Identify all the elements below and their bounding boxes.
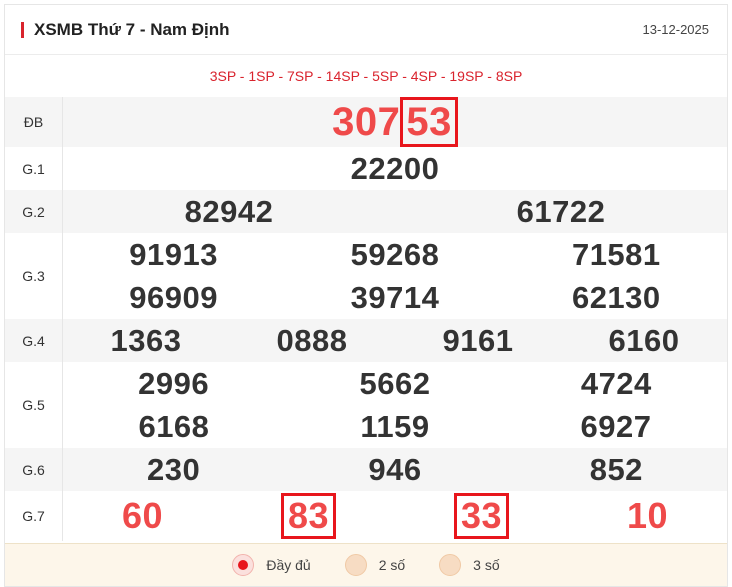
prize-label-g2: G.2 (5, 190, 63, 233)
title-wrap: XSMB Thứ 7 - Nam Định (21, 20, 230, 40)
card-header: XSMB Thứ 7 - Nam Định 13-12-2025 (5, 5, 727, 55)
prize-label-g4: G.4 (5, 319, 63, 362)
draw-date: 13-12-2025 (642, 22, 710, 37)
prize-number: 82942 (184, 194, 274, 229)
prize-number: 39714 (350, 280, 440, 315)
filter-option-3-digits[interactable]: 3 số (439, 554, 500, 576)
prize-number: 4724 (580, 366, 652, 401)
radio-selected-icon[interactable] (232, 554, 255, 576)
numbers-row: 82942 61722 (63, 190, 727, 233)
prize-cell-g6: 230 946 852 (62, 448, 727, 491)
row-g3: G.3 91913 59268 71581 96909 39714 62130 (5, 233, 727, 319)
special-codes: 3SP - 1SP - 7SP - 14SP - 5SP - 4SP - 19S… (209, 68, 523, 84)
special-prize-prefix: 307 (332, 100, 401, 144)
prize-number: 59268 (350, 237, 440, 272)
prize-cell-g7: 60 83 33 10 (63, 491, 728, 541)
title-accent-bar (21, 21, 24, 38)
filter-label: 2 số (378, 557, 406, 573)
prize-number: 61722 (516, 194, 606, 229)
prize-label-g5: G.5 (5, 362, 63, 448)
numbers-row: 22200 (63, 147, 727, 190)
results-card: XSMB Thứ 7 - Nam Định 13-12-2025 3SP - 1… (4, 4, 728, 587)
numbers-row: 6168 1159 6927 (63, 405, 727, 448)
prize-number: 6160 (608, 323, 680, 358)
numbers-row: 91913 59268 71581 (63, 233, 727, 276)
row-g7: G.7 60 83 33 10 (5, 491, 727, 541)
prize-number: 62130 (571, 280, 661, 315)
prize-number: 852 (589, 452, 643, 487)
special-prize-tail-highlight: 53 (400, 97, 458, 147)
prize-label-g7: G.7 (5, 491, 63, 541)
numbers-row: 2996 5662 4724 (63, 362, 727, 405)
row-g1: G.1 22200 (5, 147, 727, 190)
prize-number: 6927 (580, 409, 652, 444)
prize-number: 6168 (138, 409, 210, 444)
prize-number: 60 (121, 495, 164, 536)
special-prize-number: 307 53 (63, 97, 727, 147)
prize-number: 1363 (110, 323, 182, 358)
filter-option-2-digits[interactable]: 2 số (344, 554, 406, 576)
prize-label-g3: G.3 (5, 233, 63, 319)
page-title[interactable]: XSMB Thứ 7 - Nam Định (34, 20, 230, 40)
numbers-row: 230 946 852 (63, 448, 727, 491)
display-filter-bar: Đầy đủ 2 số 3 số (5, 543, 727, 586)
prize-number: 946 (368, 452, 422, 487)
results-table: ĐB 307 53 G.1 22200 G.2 82942 61722 G.3 … (5, 97, 727, 541)
row-db: ĐB 307 53 (5, 97, 727, 147)
radio-dot-icon (238, 560, 249, 570)
prize-cell-g5: 2996 5662 4724 6168 1159 6927 (63, 362, 728, 448)
prize-number: 96909 (129, 280, 219, 315)
radio-icon[interactable] (344, 554, 367, 576)
row-g4: G.4 1363 0888 9161 6160 (5, 319, 727, 362)
prize-number: 0888 (276, 323, 348, 358)
filter-label: Đầy đủ (266, 557, 311, 573)
row-g6: G.6 230 946 852 (5, 448, 727, 491)
prize-cell-db: 307 53 (62, 97, 727, 147)
prize-number: 10 (626, 495, 669, 536)
row-g2: G.2 82942 61722 (5, 190, 727, 233)
numbers-row: 1363 0888 9161 6160 (63, 319, 727, 362)
radio-icon[interactable] (439, 554, 462, 576)
prize-number: 22200 (350, 151, 440, 186)
prize-cell-g2: 82942 61722 (62, 190, 727, 233)
prize-number-highlight: 83 (280, 493, 337, 539)
prize-label-g6: G.6 (5, 448, 63, 491)
numbers-row: 96909 39714 62130 (63, 276, 727, 319)
prize-cell-g1: 22200 (63, 147, 728, 190)
prize-number: 9161 (442, 323, 514, 358)
prize-number: 91913 (129, 237, 219, 272)
prize-cell-g4: 1363 0888 9161 6160 (62, 319, 727, 362)
prize-number: 1159 (360, 409, 430, 444)
numbers-row: 60 83 33 10 (63, 491, 727, 541)
prize-number: 5662 (359, 366, 431, 401)
prize-number: 2996 (138, 366, 210, 401)
prize-number: 230 (147, 452, 201, 487)
prize-label-g1: G.1 (5, 147, 63, 190)
filter-option-full[interactable]: Đầy đủ (232, 554, 311, 576)
row-g5: G.5 2996 5662 4724 6168 1159 6927 (5, 362, 727, 448)
prize-number-highlight: 33 (453, 493, 510, 539)
prize-number: 71581 (571, 237, 661, 272)
prize-cell-g3: 91913 59268 71581 96909 39714 62130 (63, 233, 728, 319)
filter-label: 3 số (473, 557, 500, 573)
prize-label-db: ĐB (5, 97, 63, 147)
